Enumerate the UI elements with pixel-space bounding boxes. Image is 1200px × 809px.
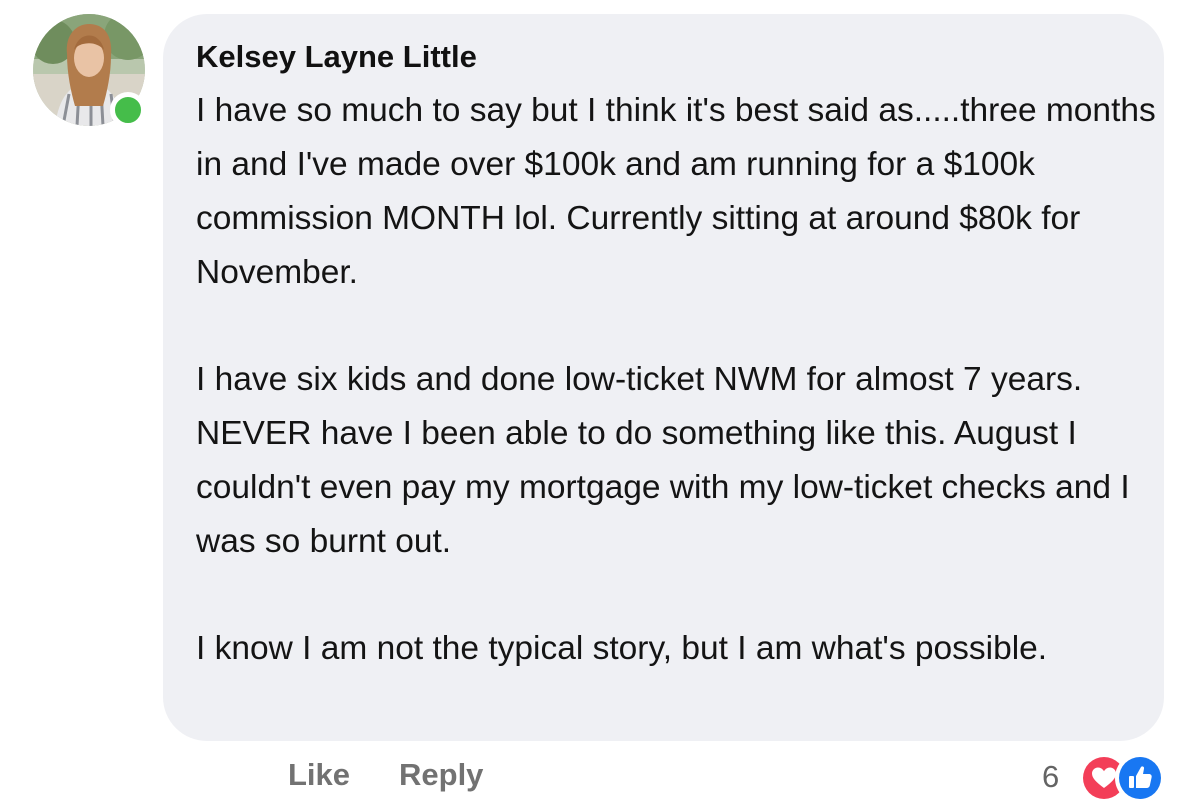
comment-paragraph-1: I have so much to say but I think it's b… <box>196 92 1156 291</box>
comment-paragraph-2: I have six kids and done low-ticket NWM … <box>196 361 1130 560</box>
like-icon <box>1115 753 1165 803</box>
comment-actions-bar: Like Reply 6 <box>0 745 1200 809</box>
comment-author-name[interactable]: Kelsey Layne Little <box>196 39 477 75</box>
comment-bubble: Kelsey Layne Little I have so much to sa… <box>163 14 1164 741</box>
online-status-indicator <box>110 92 146 128</box>
reply-button[interactable]: Reply <box>399 757 483 793</box>
like-button[interactable]: Like <box>288 757 350 793</box>
reaction-icons[interactable] <box>1079 753 1171 803</box>
comment-thread: Kelsey Layne Little I have so much to sa… <box>0 0 1200 809</box>
comment-paragraph-3: I know I am not the typical story, but I… <box>196 630 1048 667</box>
avatar-container[interactable] <box>33 14 147 128</box>
reaction-count[interactable]: 6 <box>1042 759 1059 795</box>
